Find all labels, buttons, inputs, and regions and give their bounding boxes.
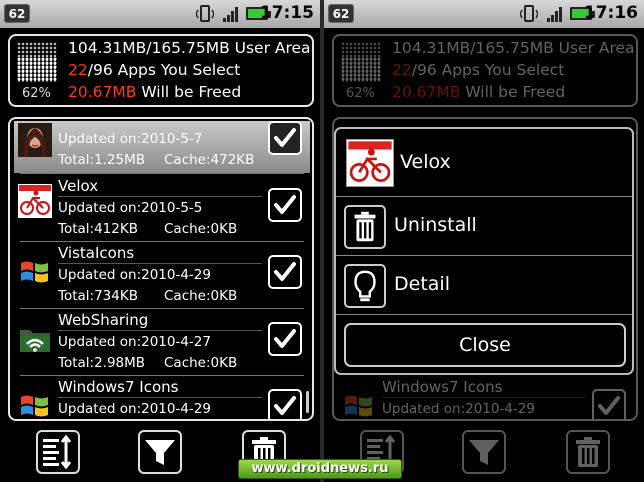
app-total: Total:2.98MB	[58, 355, 146, 371]
app-updated: Updated on:2010-4-29	[58, 267, 211, 283]
user-area-line: 104.31MB/165.75MB User Area	[68, 39, 311, 57]
filter-button[interactable]	[138, 430, 182, 474]
app-checkbox[interactable]	[268, 389, 302, 421]
wifi-folder-icon	[20, 330, 50, 352]
name-rule	[58, 263, 262, 264]
app-action-dialog: Velox Uninstall Detail Close	[334, 127, 634, 375]
name-rule	[58, 397, 262, 398]
dialog-title: Velox	[400, 151, 451, 173]
app-list[interactable]: Updated on:2010-5-7 Total:1.25MB Cache:4…	[8, 117, 314, 421]
status-bar: 62 17:15	[0, 0, 320, 28]
app-name: Velox	[58, 177, 99, 195]
app-checkbox[interactable]	[268, 255, 302, 289]
apps-selected-line: 22/96 Apps You Select	[68, 61, 240, 79]
app-updated: Updated on:2010-4-29	[58, 401, 211, 417]
signal-icon	[223, 7, 238, 22]
list-item[interactable]: Windows7 Icons Updated on:2010-4-29	[14, 375, 310, 421]
watermark: www.droidnews.ru	[238, 459, 402, 479]
signal-icon	[547, 7, 562, 22]
list-item[interactable]: WebSharing Updated on:2010-4-27 Total:2.…	[14, 308, 310, 375]
screen-right: 62 17:16 62% 104.31MB/165.75MB User Area…	[324, 0, 644, 482]
app-cache: Cache:0KB	[164, 221, 238, 237]
app-name: Windows7 Icons	[58, 378, 179, 396]
storage-summary: 62% 104.31MB/165.75MB User Area 22/96 Ap…	[8, 34, 314, 107]
list-item[interactable]: Updated on:2010-5-7 Total:1.25MB Cache:4…	[14, 121, 310, 173]
name-rule	[58, 196, 262, 197]
app-cache: Cache:0KB	[164, 355, 238, 371]
uninstall-label: Uninstall	[394, 214, 477, 236]
sort-button[interactable]	[36, 430, 80, 474]
app-updated: Updated on:2010-5-5	[58, 200, 203, 216]
app-updated: Updated on:2010-5-7	[58, 131, 203, 147]
app-name: VistaIcons	[58, 244, 135, 262]
list-item[interactable]: Velox Updated on:2010-5-5 Total:412KB Ca…	[14, 174, 310, 241]
vibrate-icon	[520, 5, 538, 22]
lightbulb-icon	[344, 264, 386, 308]
vibrate-icon	[196, 5, 214, 22]
app-cache: Cache:472KB	[164, 152, 255, 168]
app-updated: Updated on:2010-4-27	[58, 334, 211, 350]
freed-amount: 20.67MB	[68, 83, 137, 101]
notification-badge[interactable]: 62	[4, 4, 30, 23]
uninstall-option[interactable]: Uninstall	[336, 198, 632, 256]
windows-flag-icon	[21, 261, 48, 283]
storage-used-fill	[17, 57, 57, 82]
list-scrollbar[interactable]	[306, 391, 309, 413]
name-rule	[58, 330, 262, 331]
sort-icon	[43, 434, 72, 470]
clock: 17:16	[583, 3, 638, 23]
windows-flag-icon	[21, 395, 48, 417]
app-total: Total:412KB	[58, 221, 138, 237]
freed-line: 20.67MB Will be Freed	[68, 83, 241, 101]
apps-selected-count: 22	[68, 61, 88, 79]
storage-percent: 62%	[22, 86, 51, 101]
app-total: Total:734KB	[58, 288, 138, 304]
app-cache: Cache:0KB	[164, 288, 238, 304]
avatar-icon	[18, 123, 52, 157]
app-total: Total:1.25MB	[58, 152, 146, 168]
close-button[interactable]: Close	[344, 323, 626, 367]
app-checkbox[interactable]	[268, 188, 302, 222]
clock: 17:15	[259, 3, 314, 23]
status-bar: 62 17:16	[324, 0, 644, 28]
detail-label: Detail	[394, 273, 450, 295]
apps-total-label: /96 Apps You Select	[87, 61, 241, 79]
app-checkbox[interactable]	[268, 121, 302, 155]
screen-left: 62 17:15 62% 104.31MB/165.75MB User Area…	[0, 0, 320, 482]
filter-icon	[145, 440, 175, 465]
velox-bike-icon	[346, 139, 394, 187]
storage-usage-icon	[17, 42, 57, 82]
app-checkbox[interactable]	[268, 322, 302, 356]
freed-label: Will be Freed	[136, 83, 242, 101]
notification-badge[interactable]: 62	[328, 4, 354, 23]
list-item[interactable]: VistaIcons Updated on:2010-4-29 Total:73…	[14, 241, 310, 308]
dialog-header: Velox	[336, 129, 632, 197]
detail-option[interactable]: Detail	[336, 257, 632, 315]
trash-icon	[344, 205, 386, 249]
velox-bike-icon	[18, 184, 52, 218]
app-name: WebSharing	[58, 311, 149, 329]
